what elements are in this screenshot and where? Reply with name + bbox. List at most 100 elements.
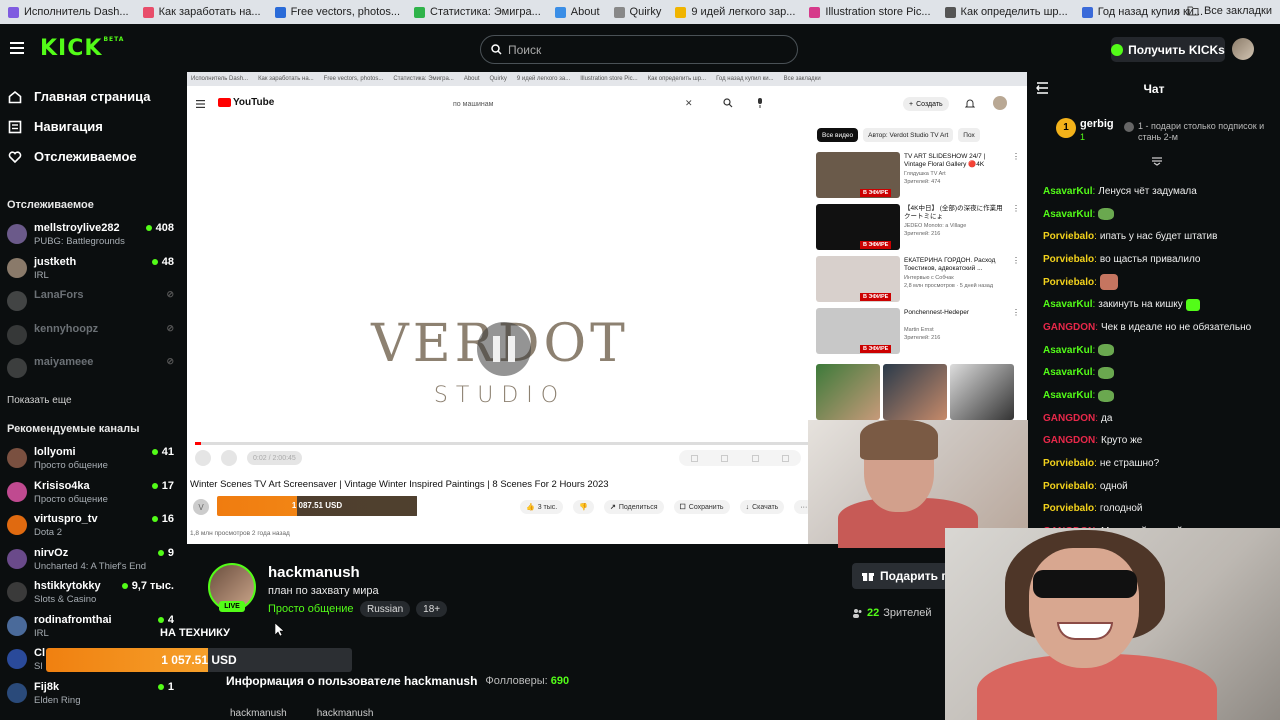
yt-bookmark-item[interactable]: Исполнитель Dash... (191, 76, 248, 82)
bookmark-item[interactable]: Free vectors, photos... (274, 6, 400, 18)
show-more-link[interactable]: Показать еще (7, 395, 72, 406)
kick-logo[interactable]: KICKBETA (40, 36, 124, 61)
yt-search-input[interactable]: по машинам (445, 96, 709, 112)
yt-progress-bar[interactable] (195, 442, 808, 445)
bookmark-item[interactable]: Quirky (613, 6, 661, 18)
more-options-icon[interactable]: ⋮ (1012, 152, 1020, 161)
yt-dislike-button[interactable]: 👎 (573, 500, 594, 514)
chat-username[interactable]: Porviebalo (1043, 458, 1094, 469)
volume-icon[interactable] (221, 450, 237, 466)
yt-short-thumb[interactable] (883, 364, 947, 420)
chat-username[interactable]: GANGDON (1043, 322, 1095, 333)
sidebar-channel-lanafors[interactable]: LanaFors ⊘ (7, 287, 177, 317)
hamburger-menu-icon[interactable] (10, 42, 24, 54)
chat-username[interactable]: AsavarKul (1043, 299, 1092, 310)
more-options-icon[interactable]: ⋮ (1012, 204, 1020, 213)
sidebar-channel-virtuspro_tv[interactable]: virtuspro_tv Dota 2 16 (7, 511, 177, 541)
yt-create-button[interactable]: + Создать (903, 97, 949, 111)
tag-age[interactable]: 18+ (416, 601, 448, 617)
tiktok-link[interactable]: hackmanush (317, 708, 374, 719)
search-bar[interactable] (480, 35, 798, 64)
yt-bookmark-item[interactable]: 9 идей легкого за... (517, 76, 570, 82)
yt-user-avatar[interactable] (993, 96, 1007, 110)
chat-username[interactable]: Porviebalo (1043, 277, 1094, 288)
bookmark-item[interactable]: Статистика: Эмигра... (414, 6, 541, 18)
yt-recommended-video[interactable]: В ЭФИРЕ ЕКАТЕРИНА ГОРДОН. Расход Тоестико… (816, 256, 1020, 304)
play-icon[interactable] (195, 450, 211, 466)
bookmark-item[interactable]: Исполнитель Dash... (8, 6, 129, 18)
bookmark-item[interactable]: 9 идей легкого зар... (675, 6, 795, 18)
yt-download-button[interactable]: ↓ Скачать (739, 500, 785, 514)
yt-clear-icon[interactable]: ✕ (685, 98, 693, 109)
youtube-logo[interactable]: YouTube (218, 97, 274, 108)
miniplayer-icon[interactable] (721, 454, 729, 462)
chevron-down-icon[interactable] (1151, 156, 1163, 166)
yt-bookmark-item[interactable]: Все закладки (784, 76, 821, 82)
yt-chip[interactable]: Автор: Verdot Studio TV Art (863, 128, 954, 142)
yt-chip[interactable]: Все видео (817, 128, 859, 142)
yt-menu-icon[interactable] (196, 100, 205, 108)
sidebar-channel-nirvoz[interactable]: nirvOz Uncharted 4: A Thief's End 9 (7, 545, 177, 575)
settings-icon[interactable] (690, 454, 698, 462)
sidebar-channel-kennyhoopz[interactable]: kennyhoopz ⊘ (7, 321, 177, 351)
yt-chip[interactable]: Пох (958, 128, 980, 142)
yt-recommended-video[interactable]: В ЭФИРЕ TV ART SLIDESHOW 24/7 | Vintage F… (816, 152, 1020, 200)
chat-username[interactable]: AsavarKul (1043, 345, 1092, 356)
yt-save-button[interactable]: ☐ Сохранить (673, 500, 730, 514)
nav-following[interactable]: Отслеживаемое (8, 149, 137, 164)
yt-mic-icon[interactable] (752, 94, 768, 112)
instagram-link[interactable]: hackmanush (230, 708, 287, 719)
bell-icon[interactable] (964, 96, 976, 114)
yt-recommended-video[interactable]: В ЭФИРЕ 【4K中日】 (全部)の深夜に作業用 クートミにょ JEDEO M… (816, 204, 1020, 252)
yt-channel-avatar[interactable]: V (193, 499, 209, 515)
chat-username[interactable]: GANGDON (1043, 526, 1095, 528)
yt-bookmark-item[interactable]: Illustration store Pic... (580, 76, 637, 82)
yt-recommended-video[interactable]: В ЭФИРЕ Ponchennest-Hedeper Martin Ernst Зр… (816, 308, 1020, 356)
chat-username[interactable]: Porviebalo (1043, 503, 1094, 514)
sidebar-channel-justketh[interactable]: justketh IRL 48 (7, 254, 177, 284)
fullscreen-icon[interactable] (782, 454, 790, 462)
chat-username[interactable]: AsavarKul (1043, 186, 1092, 197)
chat-username[interactable]: AsavarKul (1043, 209, 1092, 220)
yt-share-button[interactable]: ↗ Поделиться (603, 500, 664, 514)
bookmarks-overflow-button[interactable]: » (1173, 5, 1180, 19)
bookmark-item[interactable]: Как заработать на... (142, 6, 261, 18)
sidebar-channel-fij8k[interactable]: Fij8k Elden Ring 1 (7, 679, 177, 709)
more-options-icon[interactable]: ⋮ (1012, 256, 1020, 265)
sidebar-channel-lollyomi[interactable]: lollyomi Просто общение 41 (7, 444, 177, 474)
yt-bookmark-item[interactable]: Год назад купил ки... (716, 76, 774, 82)
get-kicks-button[interactable]: Получить KICKs (1111, 37, 1225, 62)
yt-like-button[interactable]: 👍 3 тыс. (520, 500, 564, 514)
more-options-icon[interactable]: ⋮ (1012, 308, 1020, 317)
yt-search-button[interactable] (713, 94, 743, 112)
sidebar-channel-mellstroylive282[interactable]: mellstroylive282 PUBG: Battlegrounds 408 (7, 220, 177, 250)
bookmark-item[interactable]: Illustration store Pic... (809, 6, 931, 18)
gift-sub-button[interactable]: Подарить п (852, 563, 952, 589)
bookmark-item[interactable]: Как определить шр... (944, 6, 1068, 18)
sidebar-channel-hstikkytokky[interactable]: hstikkytokky Slots & Casino 9,7 тыс. (7, 578, 177, 608)
yt-bookmark-item[interactable]: Статистика: Эмигра... (393, 76, 453, 82)
all-bookmarks-button[interactable]: Все закладки (1187, 5, 1272, 17)
yt-bookmark-item[interactable]: About (464, 76, 480, 82)
yt-right-controls[interactable] (679, 450, 801, 466)
sidebar-channel-maiyameee[interactable]: maiyameee ⊘ (7, 354, 177, 384)
yt-short-thumb[interactable] (816, 364, 880, 420)
pause-icon[interactable] (477, 322, 531, 376)
yt-short-thumb[interactable] (950, 364, 1014, 420)
chat-username[interactable]: AsavarKul (1043, 367, 1092, 378)
yt-bookmark-item[interactable]: Как заработать на... (258, 76, 314, 82)
yt-bookmark-item[interactable]: Quirky (490, 76, 507, 82)
yt-bookmark-item[interactable]: Free vectors, photos... (324, 76, 384, 82)
yt-bookmark-item[interactable]: Как определить шр... (648, 76, 706, 82)
sidebar-channel-rodinafromthai[interactable]: rodinafromthai IRL 4 (7, 612, 177, 642)
sidebar-channel-krisiso4ka[interactable]: Krisiso4ka Просто общение 17 (7, 478, 177, 508)
bookmark-item[interactable]: Год назад купил ки... (1081, 6, 1203, 18)
nav-browse[interactable]: Навигация (8, 119, 103, 134)
chat-username[interactable]: AsavarKul (1043, 390, 1092, 401)
chat-username[interactable]: Porviebalo (1043, 231, 1094, 242)
collapse-chat-icon[interactable] (1036, 82, 1049, 94)
chat-username[interactable]: Porviebalo (1043, 481, 1094, 492)
nav-home[interactable]: Главная страница (8, 89, 150, 104)
user-avatar[interactable] (1232, 38, 1254, 60)
pinned-user[interactable]: gerbig (1080, 118, 1114, 130)
